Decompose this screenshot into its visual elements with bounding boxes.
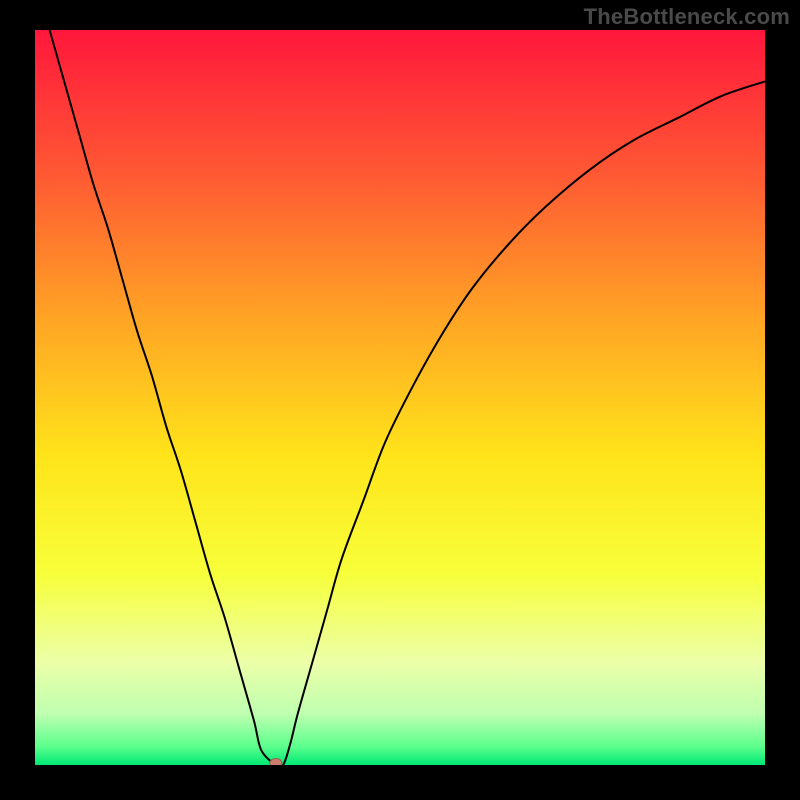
- chart-frame: TheBottleneck.com: [0, 0, 800, 800]
- gradient-background: [35, 30, 765, 765]
- watermark-text: TheBottleneck.com: [584, 4, 790, 30]
- minimum-marker: [270, 759, 282, 766]
- plot-area: [35, 30, 765, 765]
- bottleneck-chart: [35, 30, 765, 765]
